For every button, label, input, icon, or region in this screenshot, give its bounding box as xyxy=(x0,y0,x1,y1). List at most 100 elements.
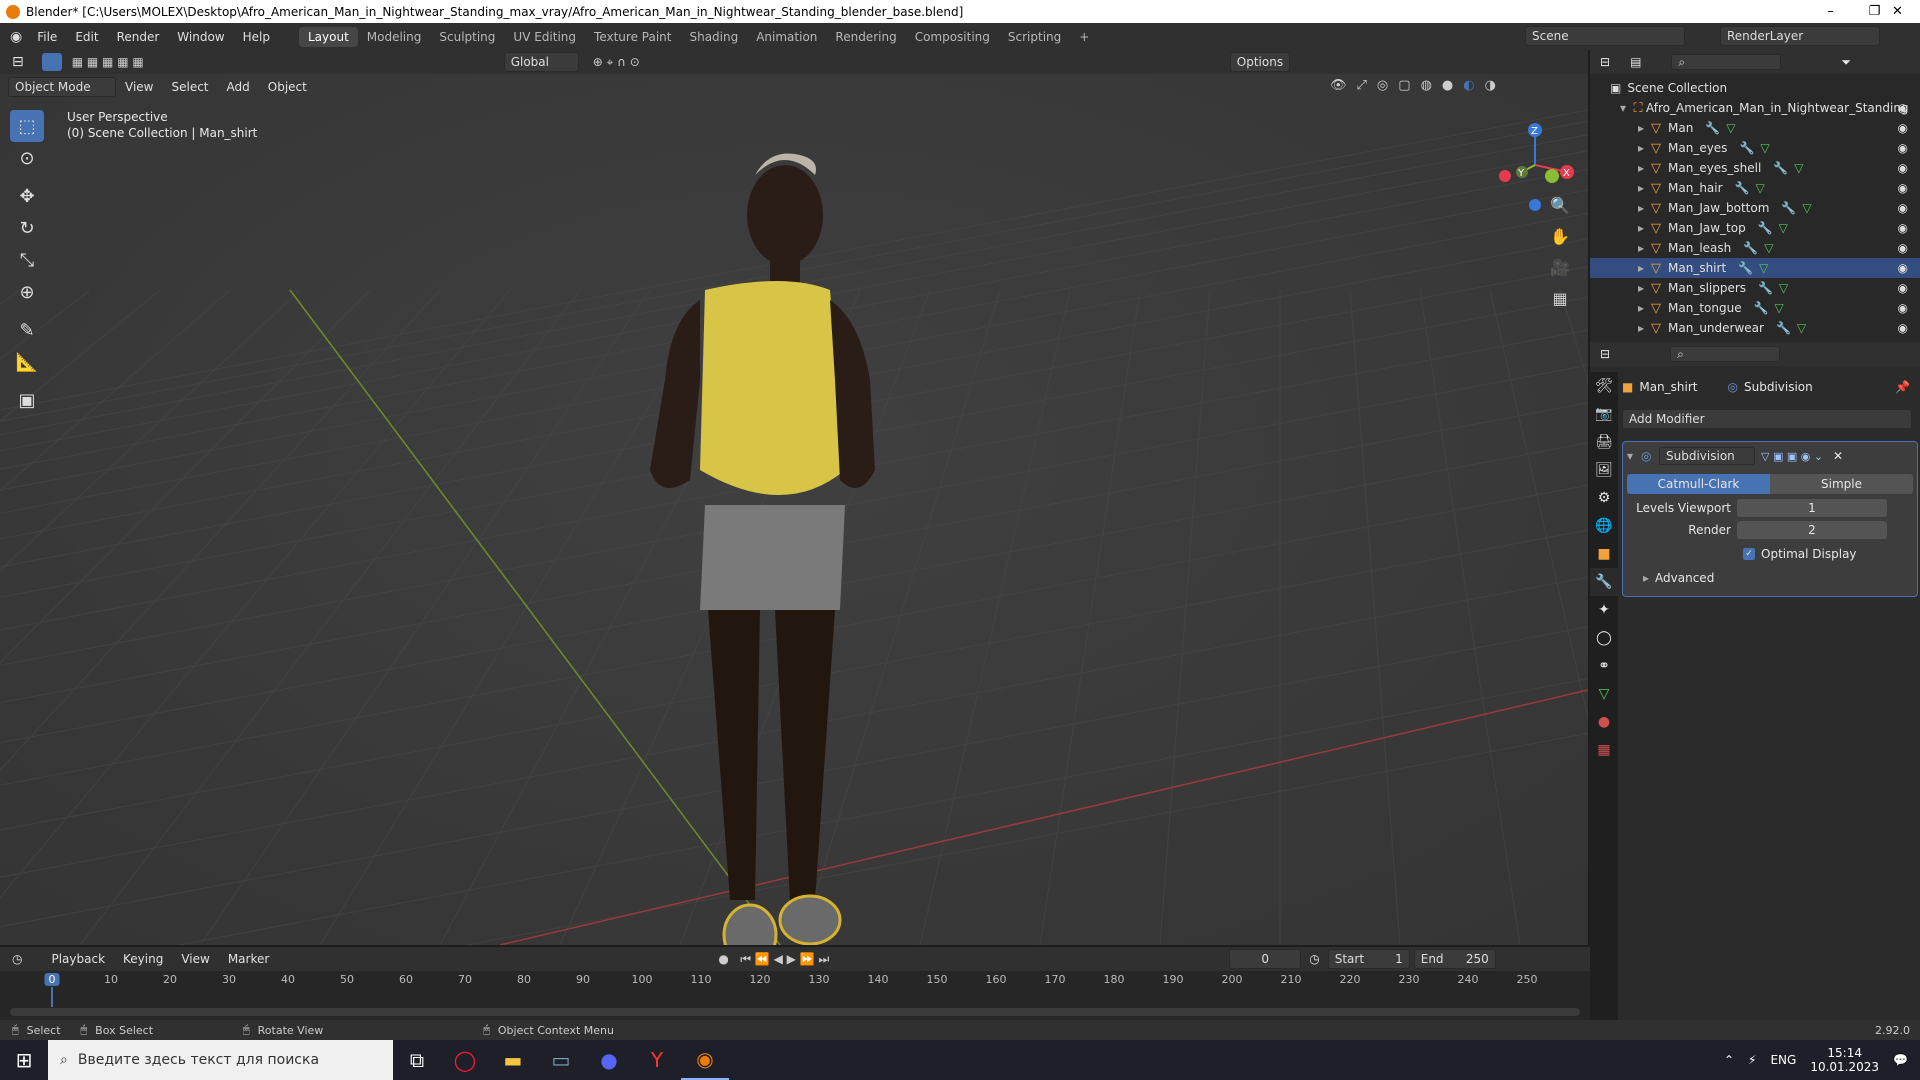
transform-tool-icon[interactable]: ⊕ xyxy=(10,276,44,308)
modifier-icon[interactable]: 🔧 xyxy=(1781,201,1796,215)
select-mode-icons[interactable]: ▦ ▦ ▦ ▦ ▦ xyxy=(72,55,144,69)
mesh-data-icon[interactable]: ▽ xyxy=(1775,301,1784,315)
outliner-object-row[interactable]: ▸ ▽ Man 🔧 ▽ ◉ xyxy=(1590,118,1920,138)
add-cube-tool-icon[interactable]: ▣ xyxy=(10,384,44,416)
modifier-tab-icon[interactable]: 🔧 xyxy=(1590,568,1618,596)
camera-view-icon[interactable]: 🎥 xyxy=(1548,252,1572,283)
options-button[interactable]: Options xyxy=(1229,52,1291,72)
menu-timeline-view[interactable]: View xyxy=(172,952,218,966)
tab-modeling[interactable]: Modeling xyxy=(358,27,431,47)
mesh-data-icon[interactable]: ▽ xyxy=(1756,181,1765,195)
levels-viewport-field[interactable]: 1 xyxy=(1737,499,1887,517)
outliner-object-row[interactable]: ▸ ▽ Man_Jaw_bottom 🔧 ▽ ◉ xyxy=(1590,198,1920,218)
visibility-icon[interactable]: 👁 xyxy=(1330,78,1347,93)
scene-tab-icon[interactable]: ⚙ xyxy=(1590,484,1618,512)
constraints-tab-icon[interactable]: ⚭ xyxy=(1590,652,1618,680)
expand-chevron-icon[interactable]: ▸ xyxy=(1638,221,1648,235)
expand-chevron-icon[interactable]: ▸ xyxy=(1638,241,1648,255)
menu-select[interactable]: Select xyxy=(162,80,217,94)
rendered-shading-icon[interactable]: ◑ xyxy=(1485,78,1496,93)
file-explorer-icon[interactable]: ▬ xyxy=(489,1040,537,1080)
gizmo-toggle-icon[interactable]: ⤢ xyxy=(1357,78,1367,93)
move-tool-icon[interactable]: ✥ xyxy=(10,180,44,212)
mesh-data-icon[interactable]: ▽ xyxy=(1759,261,1768,275)
measure-tool-icon[interactable]: 📐 xyxy=(10,346,44,378)
remove-modifier-icon[interactable]: ✕ xyxy=(1833,449,1843,463)
material-shading-icon[interactable]: ◐ xyxy=(1463,78,1474,93)
outliner-object-row[interactable]: ▸ ▽ Man_shirt 🔧 ▽ ◉ xyxy=(1590,258,1920,278)
modifier-icon[interactable]: 🔧 xyxy=(1738,261,1753,275)
mesh-data-icon[interactable]: ▽ xyxy=(1764,241,1773,255)
3d-viewport[interactable]: ⊟ ▦ ▦ ▦ ▦ ▦ Global ⊕ ⌖ ∩ ⊙ Options Objec… xyxy=(0,50,1588,945)
mesh-data-icon[interactable]: ▽ xyxy=(1794,161,1803,175)
menu-marker[interactable]: Marker xyxy=(219,952,278,966)
menu-render[interactable]: Render xyxy=(108,30,169,44)
view-layer-selector[interactable]: RenderLayer xyxy=(1720,26,1880,46)
output-tab-icon[interactable]: 🖨 xyxy=(1590,428,1618,456)
xray-icon[interactable]: ▢ xyxy=(1398,78,1410,93)
properties-search-input[interactable]: ⌕ xyxy=(1670,346,1781,362)
modifier-toggle-icons[interactable]: ▽ ▣ ▣ ◉ ⌄ xyxy=(1761,450,1823,463)
modifier-name-field[interactable]: Subdivision xyxy=(1659,447,1755,465)
close-button[interactable]: ✕ xyxy=(1875,0,1920,23)
outliner-object-row[interactable]: ▸ ▽ Man_tongue 🔧 ▽ ◉ xyxy=(1590,298,1920,318)
outliner-object-row[interactable]: ▸ ▽ Man_eyes_shell 🔧 ▽ ◉ xyxy=(1590,158,1920,178)
outliner-object-row[interactable]: ▸ ▽ Man_leash 🔧 ▽ ◉ xyxy=(1590,238,1920,258)
visibility-eye-icon[interactable]: ◉ xyxy=(1898,221,1908,235)
texture-tab-icon[interactable]: ▦ xyxy=(1590,736,1618,764)
display-mode-icon[interactable]: ▤ xyxy=(1630,55,1641,69)
end-frame-field[interactable]: End 250 xyxy=(1413,949,1496,969)
material-tab-icon[interactable]: ● xyxy=(1590,708,1618,736)
timeline-editor-icon[interactable]: ◷ xyxy=(12,952,22,966)
visibility-eye-icon[interactable]: ◉ xyxy=(1898,281,1908,295)
network-icon[interactable]: ⚡ xyxy=(1748,1053,1756,1067)
outliner-editor-icon[interactable]: ⊟ xyxy=(1600,55,1610,69)
mesh-data-icon[interactable]: ▽ xyxy=(1797,321,1806,335)
advanced-section[interactable]: ▸ Advanced xyxy=(1627,568,1913,588)
mesh-data-icon[interactable]: ▽ xyxy=(1802,201,1811,215)
minimize-button[interactable]: – xyxy=(1808,0,1853,23)
properties-editor-icon[interactable]: ⊟ xyxy=(1600,347,1610,361)
tab-scripting[interactable]: Scripting xyxy=(999,27,1070,47)
outliner-object-row[interactable]: ▸ ▽ Man_Jaw_top 🔧 ▽ ◉ xyxy=(1590,218,1920,238)
playback-controls[interactable]: ● ⏮ ⏪ ◀ ▶ ⏩ ⏭ xyxy=(718,952,829,967)
modifier-icon[interactable]: 🔧 xyxy=(1776,321,1791,335)
expand-chevron-icon[interactable]: ▸ xyxy=(1638,281,1648,295)
timeline-scrollbar[interactable] xyxy=(10,1008,1580,1016)
tab-rendering[interactable]: Rendering xyxy=(826,27,905,47)
render-levels-field[interactable]: 2 xyxy=(1737,521,1887,539)
render-tab-icon[interactable]: 📷 xyxy=(1590,400,1618,428)
visibility-eye-icon[interactable]: ◉ xyxy=(1898,101,1908,115)
visibility-eye-icon[interactable]: ◉ xyxy=(1898,261,1908,275)
expand-chevron-icon[interactable]: ▸ xyxy=(1638,201,1648,215)
pan-hand-icon[interactable]: ✋ xyxy=(1548,221,1572,252)
blender-menu-icon[interactable]: ◉ xyxy=(10,29,22,45)
menu-playback[interactable]: Playback xyxy=(42,952,114,966)
tray-chevron-icon[interactable]: ⌃ xyxy=(1724,1053,1734,1067)
tab-texture-paint[interactable]: Texture Paint xyxy=(585,27,680,47)
particles-tab-icon[interactable]: ✦ xyxy=(1590,596,1618,624)
outliner-object-row[interactable]: ▸ ▽ Man_underwear 🔧 ▽ ◉ xyxy=(1590,318,1920,338)
menu-view[interactable]: View xyxy=(116,80,162,94)
visibility-eye-icon[interactable]: ◉ xyxy=(1898,181,1908,195)
visibility-eye-icon[interactable]: ◉ xyxy=(1898,201,1908,215)
expand-chevron-icon[interactable]: ▸ xyxy=(1638,181,1648,195)
view-layer-tab-icon[interactable]: 🖼 xyxy=(1590,456,1618,484)
menu-window[interactable]: Window xyxy=(168,30,233,44)
modifier-icon[interactable]: 🔧 xyxy=(1773,161,1788,175)
modifier-icon[interactable]: 🔧 xyxy=(1754,301,1769,315)
expand-chevron-icon[interactable]: ▸ xyxy=(1638,261,1648,275)
modifier-icon[interactable]: 🔧 xyxy=(1705,121,1720,135)
mesh-data-icon[interactable]: ▽ xyxy=(1779,281,1788,295)
language-indicator[interactable]: ENG xyxy=(1770,1053,1796,1067)
zoom-icon[interactable]: 🔍 xyxy=(1548,190,1572,221)
object-mode-select[interactable]: Object Mode xyxy=(8,77,116,97)
mail-app-icon[interactable]: ▭ xyxy=(537,1040,585,1080)
outliner-object-row[interactable]: ▸ ▽ Man_slippers 🔧 ▽ ◉ xyxy=(1590,278,1920,298)
tab-uv-editing[interactable]: UV Editing xyxy=(504,27,585,47)
modifier-icon[interactable]: 🔧 xyxy=(1758,281,1773,295)
expand-chevron-icon[interactable]: ▸ xyxy=(1638,141,1648,155)
yandex-browser-icon[interactable]: Y xyxy=(633,1040,681,1080)
start-frame-field[interactable]: Start 1 xyxy=(1327,949,1410,969)
scale-tool-icon[interactable]: ⤡ xyxy=(10,244,44,276)
